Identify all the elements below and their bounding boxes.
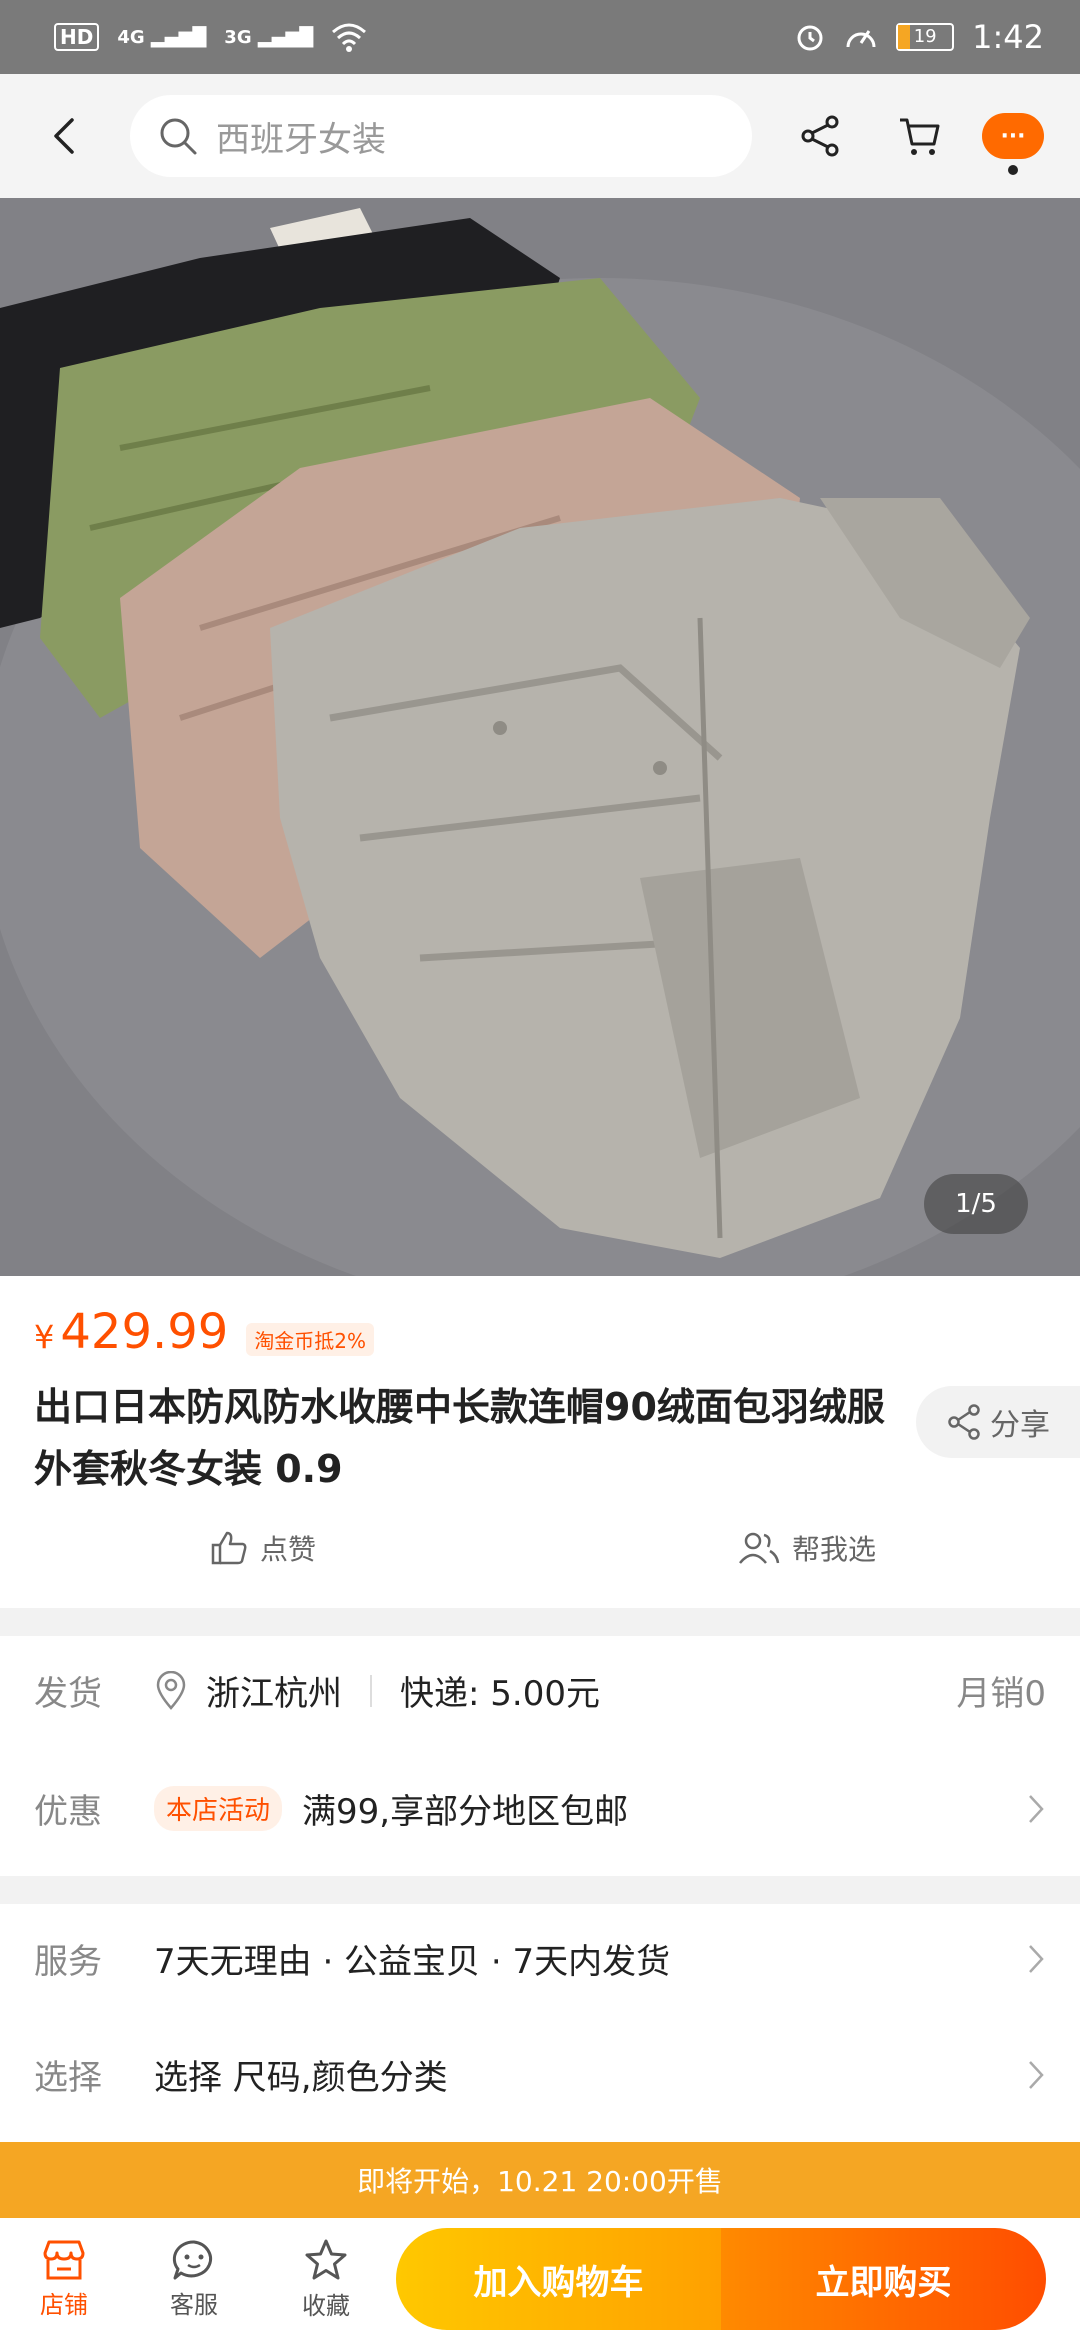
star-icon — [305, 2239, 347, 2279]
share-label: 分享 — [990, 1408, 1050, 1443]
presale-banner: 即将开始，10.21 20:00开售 — [0, 2142, 1080, 2218]
currency-symbol: ¥ — [34, 1318, 55, 1356]
purchase-actions: 加入购物车 立即购买 — [396, 2228, 1046, 2330]
customer-service-label: 客服 — [170, 2290, 218, 2319]
price: 429.99 — [60, 1304, 229, 1360]
search-icon — [160, 118, 197, 155]
back-button[interactable] — [0, 74, 130, 198]
presale-text: 即将开始，10.21 20:00开售 — [357, 2165, 723, 2198]
like-label: 点赞 — [260, 1533, 317, 1566]
store-label: 店铺 — [40, 2290, 88, 2319]
share-button[interactable] — [770, 74, 870, 198]
speed-icon — [846, 30, 876, 48]
search-query: 西班牙女装 — [216, 119, 386, 160]
image-counter: 1/5 — [924, 1174, 1028, 1234]
promotion-label: 优惠 — [34, 1792, 102, 1832]
cart-icon — [900, 118, 940, 155]
service-text: 7天无理由 · 公益宝贝 · 7天内发货 — [154, 1942, 671, 1982]
search-bar[interactable]: 西班牙女装 — [130, 95, 752, 177]
sim1-signal-icon: 4G ▂▄▆█ — [117, 26, 207, 48]
shipping-label: 发货 — [34, 1674, 102, 1714]
chevron-right-icon — [1029, 2060, 1044, 2089]
promotion-text: 满99,享部分地区包邮 — [302, 1792, 629, 1832]
hd-indicator: HD — [54, 23, 100, 51]
sim2-signal-icon: 3G ▂▄▆█ — [224, 26, 314, 48]
shipping-location: 浙江杭州 — [206, 1674, 342, 1714]
help-label: 帮我选 — [792, 1533, 877, 1566]
chat-icon — [172, 2239, 212, 2279]
favorite-label: 收藏 — [302, 2291, 350, 2320]
battery-icon: 19 — [896, 23, 955, 51]
clock: 1:42 — [972, 18, 1044, 56]
customer-service-button[interactable]: 客服 — [128, 2239, 260, 2320]
add-to-cart-button[interactable]: 加入购物车 — [396, 2228, 721, 2330]
top-nav: 西班牙女装 ··· — [0, 74, 1080, 198]
thumbs-up-icon — [211, 1531, 247, 1565]
monthly-sales: 月销0 — [956, 1674, 1046, 1714]
services-section: 服务 7天无理由 · 公益宝贝 · 7天内发货 选择 选择 尺码,颜色分类 — [0, 1904, 1080, 2142]
share-icon — [801, 115, 839, 157]
like-button[interactable]: 点赞 — [210, 1528, 316, 1568]
store-promo-badge: 本店活动 — [154, 1786, 283, 1831]
buy-now-button[interactable]: 立即购买 — [721, 2228, 1046, 2330]
help-me-choose-button[interactable]: 帮我选 — [738, 1528, 876, 1568]
price-row: ¥ 429.99 淘金币抵2% — [34, 1304, 375, 1360]
sim2-label: 3G — [224, 26, 252, 48]
status-bar: HD 4G ▂▄▆█ 3G ▂▄▆█ 19 1:42 — [0, 0, 1080, 74]
select-options-row[interactable]: 选择 选择 尺码,颜色分类 — [34, 2050, 1046, 2099]
delivery-section: 发货 浙江杭州 快递: 5.00元 月销0 优惠 本店活动 满99,享部分地区包… — [0, 1636, 1080, 1876]
store-icon — [43, 2240, 85, 2279]
sim1-label: 4G — [117, 26, 145, 48]
chevron-right-icon — [1029, 1944, 1044, 1973]
coin-discount-badge: 淘金币抵2% — [246, 1323, 375, 1356]
select-label: 选择 — [34, 2058, 102, 2098]
bottom-bar: 店铺 客服 收藏 加入购物车 立即购买 — [0, 2218, 1080, 2340]
promotion-row[interactable]: 优惠 本店活动 满99,享部分地区包邮 — [34, 1784, 1046, 1833]
share-pill-button[interactable]: 分享 — [916, 1386, 1080, 1458]
express-fee: 快递: 5.00元 — [400, 1674, 600, 1714]
product-image-gallery[interactable]: 1/5 — [0, 198, 1080, 1276]
share-icon — [948, 1404, 980, 1440]
product-photo — [0, 198, 1080, 1276]
more-menu-button[interactable]: ··· — [982, 113, 1044, 175]
wifi-icon — [332, 23, 367, 52]
favorite-button[interactable]: 收藏 — [260, 2238, 392, 2321]
divider — [370, 1674, 372, 1707]
store-button[interactable]: 店铺 — [0, 2239, 128, 2320]
battery-level: 19 — [913, 26, 937, 47]
alarm-icon — [797, 25, 823, 51]
service-row[interactable]: 服务 7天无理由 · 公益宝贝 · 7天内发货 — [34, 1934, 1046, 1983]
select-text: 选择 尺码,颜色分类 — [154, 2058, 448, 2098]
product-info: ¥ 429.99 淘金币抵2% 出口日本防风防水收腰中长款连帽90绒面包羽绒服外… — [0, 1276, 1080, 1608]
location-pin-icon — [156, 1670, 186, 1710]
product-title: 出口日本防风防水收腰中长款连帽90绒面包羽绒服外套秋冬女装 0.9 — [34, 1385, 885, 1491]
shipping-row[interactable]: 发货 浙江杭州 快递: 5.00元 月销0 — [34, 1666, 1046, 1715]
chevron-left-icon — [54, 118, 74, 154]
chevron-right-icon — [1029, 1794, 1044, 1823]
group-icon — [739, 1532, 780, 1564]
service-label: 服务 — [34, 1942, 102, 1982]
cart-button[interactable] — [870, 74, 970, 198]
